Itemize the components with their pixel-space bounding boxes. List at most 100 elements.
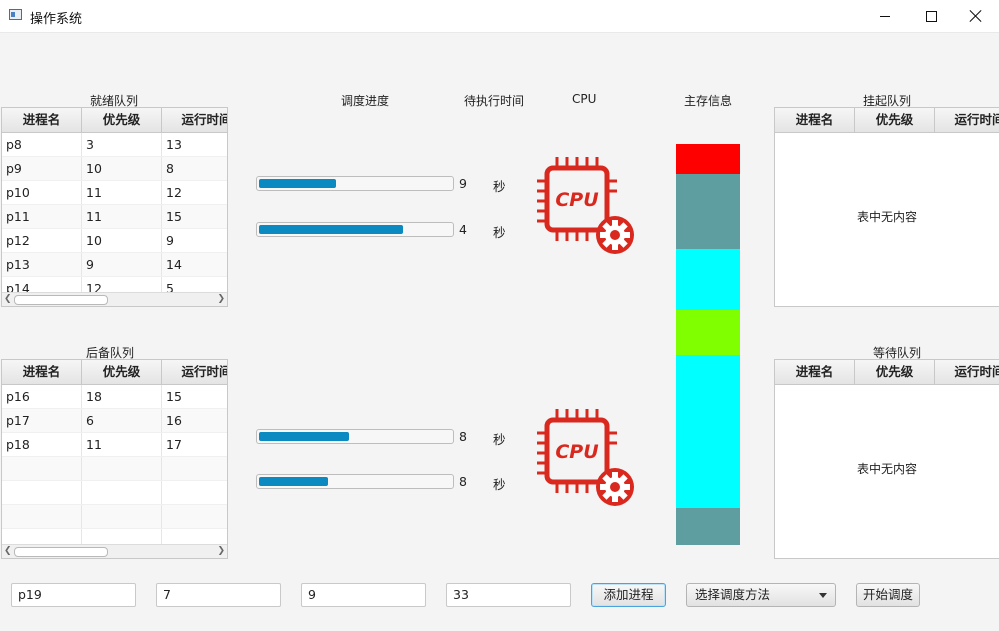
cell-priority: 11	[82, 433, 162, 456]
cell-name: p16	[2, 385, 82, 408]
column-name[interactable]: 进程名	[775, 108, 855, 132]
horizontal-scrollbar[interactable]: ❮ ❯	[2, 292, 227, 306]
empty-table-message: 表中无内容	[856, 210, 917, 224]
scroll-thumb[interactable]	[14, 295, 108, 305]
table-row[interactable]: p13 9 14	[2, 253, 227, 277]
column-name[interactable]: 进程名	[2, 108, 82, 132]
column-runtime[interactable]: 运行时间	[162, 108, 227, 132]
cell-name	[2, 505, 82, 528]
cell-name: p11	[2, 205, 82, 228]
cell-priority: 3	[82, 133, 162, 156]
table-row[interactable]: p10 11 12	[2, 181, 227, 205]
table-row[interactable]: p8 3 13	[2, 133, 227, 157]
progress-value: 4	[459, 222, 467, 237]
wait-time-title: 待执行时间	[464, 94, 525, 108]
table-row[interactable]: p11 11 15	[2, 205, 227, 229]
cpu-gear-icon: CPU	[537, 157, 634, 254]
waiting-queue-table[interactable]: 进程名 优先级 运行时间 表中无内容	[774, 359, 999, 559]
memory-block	[676, 508, 740, 545]
table-row[interactable]: p9 10 8	[2, 157, 227, 181]
cell-priority: 10	[82, 229, 162, 252]
column-priority[interactable]: 优先级	[855, 360, 935, 384]
horizontal-scrollbar[interactable]: ❮ ❯	[2, 544, 227, 558]
cell-priority: 18	[82, 385, 162, 408]
maximize-icon	[925, 10, 937, 22]
process-name-input[interactable]: p19	[11, 583, 136, 607]
cell-priority	[82, 481, 162, 504]
progress-value: 9	[459, 176, 467, 191]
cell-name: p17	[2, 409, 82, 432]
table-header: 进程名 优先级 运行时间	[775, 108, 999, 133]
cell-runtime: 17	[162, 433, 227, 456]
scroll-right-icon[interactable]: ❯	[217, 546, 225, 557]
minimize-button[interactable]	[862, 0, 908, 32]
memory-block	[676, 174, 740, 249]
close-button[interactable]	[953, 0, 999, 32]
time-unit: 秒	[493, 225, 506, 240]
chevron-down-icon	[819, 593, 827, 598]
cell-priority: 11	[82, 205, 162, 228]
cell-priority: 11	[82, 181, 162, 204]
column-priority[interactable]: 优先级	[82, 360, 162, 384]
cell-runtime: 15	[162, 205, 227, 228]
table-row[interactable]	[2, 505, 227, 529]
cell-runtime: 9	[162, 229, 227, 252]
cell-runtime	[162, 505, 227, 528]
start-schedule-button[interactable]: 开始调度	[856, 583, 920, 607]
column-runtime[interactable]: 运行时间	[162, 360, 227, 384]
cell-priority	[82, 505, 162, 528]
progress-fill	[259, 225, 403, 234]
column-name[interactable]: 进程名	[2, 360, 82, 384]
memory-size-input[interactable]: 33	[446, 583, 571, 607]
suspend-queue-table[interactable]: 进程名 优先级 运行时间 表中无内容	[774, 107, 999, 307]
scroll-thumb[interactable]	[14, 547, 108, 557]
time-unit: 秒	[493, 432, 506, 447]
empty-table-message: 表中无内容	[856, 462, 917, 476]
add-process-button[interactable]: 添加进程	[591, 583, 666, 607]
progress-bar	[256, 222, 454, 237]
progress-bar	[256, 474, 454, 489]
time-unit: 秒	[493, 477, 506, 492]
scroll-left-icon[interactable]: ❮	[4, 294, 12, 305]
table-row[interactable]: p12 10 9	[2, 229, 227, 253]
ready-queue-table[interactable]: 进程名 优先级 运行时间 p8 3 13 p9 10 8 p10 11 12 p11 11 15 p12…	[1, 107, 228, 307]
cell-name: p10	[2, 181, 82, 204]
table-row[interactable]	[2, 457, 227, 481]
runtime-input[interactable]: 9	[301, 583, 426, 607]
scroll-right-icon[interactable]: ❯	[217, 294, 225, 305]
scroll-left-icon[interactable]: ❮	[4, 546, 12, 557]
schedule-method-select[interactable]: 选择调度方法	[686, 583, 836, 607]
column-priority[interactable]: 优先级	[855, 108, 935, 132]
maximize-button[interactable]	[908, 0, 954, 32]
column-name[interactable]: 进程名	[775, 360, 855, 384]
cell-name: p9	[2, 157, 82, 180]
column-priority[interactable]: 优先级	[82, 108, 162, 132]
time-unit: 秒	[493, 179, 506, 194]
cell-priority: 10	[82, 157, 162, 180]
cpu-text: CPU	[555, 189, 599, 211]
table-row[interactable]: p17 6 16	[2, 409, 227, 433]
memory-title: 主存信息	[684, 94, 733, 108]
progress-value: 8	[459, 474, 467, 489]
cell-runtime: 12	[162, 181, 227, 204]
schedule-method-value: 选择调度方法	[695, 587, 771, 602]
cell-runtime	[162, 481, 227, 504]
memory-block	[676, 144, 740, 174]
table-row[interactable]	[2, 481, 227, 505]
schedule-progress-title: 调度进度	[341, 94, 390, 108]
cell-runtime: 8	[162, 157, 227, 180]
table-row[interactable]: p16 18 15	[2, 385, 227, 409]
cell-priority: 9	[82, 253, 162, 276]
column-runtime[interactable]: 运行时间	[935, 108, 999, 132]
cell-name	[2, 457, 82, 480]
table-row[interactable]: p18 11 17	[2, 433, 227, 457]
cell-runtime: 13	[162, 133, 227, 156]
column-runtime[interactable]: 运行时间	[935, 360, 999, 384]
backup-queue-table[interactable]: 进程名 优先级 运行时间 p16 18 15 p17 6 16 p18 11 17 ❮ ❯	[1, 359, 228, 559]
priority-input[interactable]: 7	[156, 583, 281, 607]
cpu-text: CPU	[555, 441, 599, 463]
cell-name: p13	[2, 253, 82, 276]
cell-runtime: 16	[162, 409, 227, 432]
memory-block	[676, 310, 740, 355]
title-bar: 操作系统	[0, 0, 999, 33]
